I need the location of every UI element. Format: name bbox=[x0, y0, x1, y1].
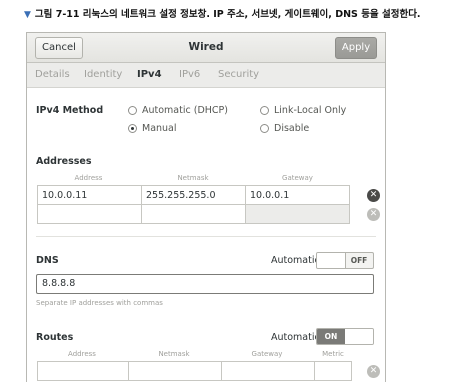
tab-bar: Details Identity IPv4 IPv6 Security bbox=[27, 63, 385, 88]
ipv4-method-label: IPv4 Method bbox=[36, 105, 104, 116]
toggle-state: OFF bbox=[350, 256, 368, 265]
gateway-column-header: Gateway bbox=[282, 174, 313, 182]
routes-automatic-toggle[interactable]: ON bbox=[316, 328, 374, 345]
gateway-field[interactable]: 10.0.0.1 bbox=[245, 185, 350, 205]
remove-address-icon[interactable]: ✕ bbox=[367, 189, 380, 202]
divider bbox=[36, 236, 376, 237]
routes-automatic-label: Automatic bbox=[271, 332, 320, 343]
radio-link-local-only[interactable]: Link-Local Only bbox=[260, 105, 346, 116]
radio-label: Disable bbox=[274, 123, 310, 134]
wired-settings-window: Cancel Wired Apply Details Identity IPv4… bbox=[26, 32, 386, 382]
routes-label: Routes bbox=[36, 332, 74, 343]
radio-label: Manual bbox=[142, 123, 177, 134]
tab-ipv6[interactable]: IPv6 bbox=[179, 63, 200, 87]
dns-label: DNS bbox=[36, 255, 59, 266]
toggle-knob bbox=[345, 329, 373, 344]
radio-disable[interactable]: Disable bbox=[260, 123, 309, 134]
address-field-empty[interactable] bbox=[37, 204, 142, 224]
window-title: Wired bbox=[188, 41, 224, 53]
dns-automatic-label: Automatic bbox=[271, 255, 320, 266]
figure-caption: ▼ 그림 7-11 리눅스의 네트워크 설정 정보창. IP 주소, 서브넷, 게… bbox=[24, 6, 421, 20]
route-address-field[interactable] bbox=[37, 361, 129, 381]
route-gateway-column-header: Gateway bbox=[251, 350, 283, 358]
remove-address-icon[interactable]: ✕ bbox=[367, 208, 380, 221]
route-address-column-header: Address bbox=[68, 350, 96, 358]
caption-text: 그림 7-11 리눅스의 네트워크 설정 정보창. IP 주소, 서브넷, 게이… bbox=[34, 9, 421, 20]
apply-button[interactable]: Apply bbox=[335, 37, 377, 59]
tab-identity[interactable]: Identity bbox=[84, 63, 122, 87]
radio-button-icon bbox=[128, 106, 137, 115]
netmask-field[interactable]: 255.255.255.0 bbox=[141, 185, 246, 205]
dns-servers-input[interactable]: 8.8.8.8 bbox=[36, 274, 374, 294]
netmask-field-empty[interactable] bbox=[141, 204, 246, 224]
radio-label: Link-Local Only bbox=[274, 105, 347, 116]
triangle-down-icon: ▼ bbox=[24, 10, 31, 20]
radio-button-icon bbox=[260, 124, 269, 133]
toggle-knob bbox=[317, 253, 346, 268]
gateway-field-empty[interactable] bbox=[245, 204, 350, 224]
tab-ipv4[interactable]: IPv4 bbox=[137, 63, 162, 87]
remove-route-icon[interactable]: ✕ bbox=[367, 365, 380, 378]
addresses-label: Addresses bbox=[36, 156, 92, 167]
netmask-column-header: Netmask bbox=[177, 174, 209, 182]
route-netmask-field[interactable] bbox=[128, 361, 222, 381]
radio-button-icon bbox=[260, 106, 269, 115]
dns-hint: Separate IP addresses with commas bbox=[36, 299, 163, 307]
address-field[interactable]: 10.0.0.11 bbox=[37, 185, 142, 205]
route-gateway-field[interactable] bbox=[221, 361, 315, 381]
tab-security[interactable]: Security bbox=[218, 63, 259, 87]
radio-label: Automatic (DHCP) bbox=[142, 105, 228, 116]
toggle-state: ON bbox=[317, 329, 345, 344]
radio-manual[interactable]: Manual bbox=[128, 123, 177, 134]
address-column-header: Address bbox=[74, 174, 103, 182]
route-netmask-column-header: Netmask bbox=[158, 350, 190, 358]
radio-button-selected-icon bbox=[128, 124, 137, 133]
route-metric-field[interactable] bbox=[314, 361, 352, 381]
route-metric-column-header: Metric bbox=[322, 350, 344, 358]
tab-details[interactable]: Details bbox=[35, 63, 70, 87]
header-bar: Cancel Wired Apply bbox=[27, 33, 385, 63]
radio-automatic-dhcp[interactable]: Automatic (DHCP) bbox=[128, 105, 228, 116]
dns-automatic-toggle[interactable]: OFF bbox=[316, 252, 374, 269]
